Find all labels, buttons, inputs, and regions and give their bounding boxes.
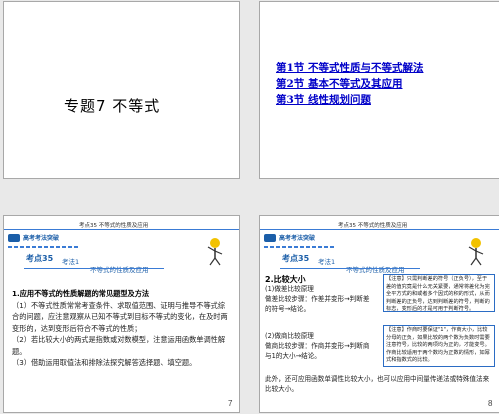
slide-thumbnail-2[interactable]: 第1节 不等式性质与不等式解法 第2节 基本不等式及其应用 第3节 线性规划问题… (259, 1, 499, 179)
slide-body: 1.应用不等式的性质解题的常见题型及方法 （1）不等式性质常常考查条件、求取值范… (12, 288, 232, 369)
section-link-2[interactable]: 第2节 基本不等式及其应用 (276, 76, 423, 92)
wave-decoration (8, 246, 78, 248)
method-subtitle: 不等式的性质及应用 (90, 266, 149, 274)
slide-number: 7 (228, 399, 233, 408)
section-link-1[interactable]: 第1节 不等式性质与不等式解法 (276, 60, 423, 76)
slide-header: 考点35 不等式的性质及应用 (338, 223, 408, 229)
topic-tag: 考点35 (26, 254, 54, 263)
note-box-2: 【注意】作商时要保证"1"，作商大小，比较分母的正负，如果比较的两个数为负数时需… (383, 325, 495, 367)
method-subtitle: 不等式的性质及应用 (346, 266, 405, 274)
header-divider (4, 229, 239, 230)
slide-thumbnail-7[interactable]: 考点35 不等式的性质及应用 高考考法突破 考点35 考法1 不等式的性质及应用… (3, 215, 240, 413)
difference-method-text: (1)做差比较原理 做差比较步骤：作差并变形→判断差的符号→结论。 (265, 285, 370, 313)
slide-title: 专题7 不等式 (64, 97, 161, 115)
header-divider (260, 229, 499, 230)
topic-tag: 考点35 (282, 254, 310, 263)
tag-underline (24, 268, 164, 269)
slide-number: 8 (488, 399, 493, 408)
logo-text: 高考考法突破 (23, 235, 60, 242)
method-tag: 考法1 (62, 258, 80, 266)
quotient-method-text: (2)做商比较原理 做商比较步骤：作商并变形→判断商与1的大小→结论。 (265, 332, 370, 360)
section-link-3[interactable]: 第3节 线性规划问题 (276, 92, 423, 108)
note-box-1: 【注意】只需判断差的符号（正负号），至于差的值究竟是什么无关紧要，通常将差化为完… (383, 274, 495, 312)
slide-header: 考点35 不等式的性质及应用 (79, 223, 149, 229)
slide-footer-text: 此外，还可应用函数单调性比较大小，也可以应用中间量传递法或特殊值法来比较大小。 (265, 375, 490, 393)
logo-text: 高考考法突破 (279, 235, 316, 242)
slide-thumbnail-8[interactable]: 考点35 不等式的性质及应用 高考考法突破 考点35 考法1 不等式的性质及应用… (259, 215, 499, 413)
logo-icon (8, 234, 20, 242)
mascot-icon (207, 238, 223, 266)
logo-icon (264, 234, 276, 242)
wave-decoration (264, 246, 334, 248)
body-paragraph-3: （3）借助运用取值法和排除法探究解答选择题、填空题。 (12, 358, 197, 367)
mascot-icon (468, 238, 484, 266)
slide-thumbnail-1[interactable]: 专题7 不等式 1 (3, 1, 240, 179)
tag-underline (280, 268, 420, 269)
section-link-list: 第1节 不等式性质与不等式解法 第2节 基本不等式及其应用 第3节 线性规划问题 (276, 60, 423, 108)
body-paragraph-2: （2）若比较大小的两式是指数或对数模型，注意运用函数单调性解题。 (12, 335, 226, 356)
method-tag: 考法1 (318, 258, 336, 266)
body-paragraph-1: （1）不等式性质常常考查条件、求取值范围、证明与推导不等式综合的问题，应注意观察… (12, 300, 228, 333)
body-heading: 1.应用不等式的性质解题的常见题型及方法 (12, 289, 150, 298)
